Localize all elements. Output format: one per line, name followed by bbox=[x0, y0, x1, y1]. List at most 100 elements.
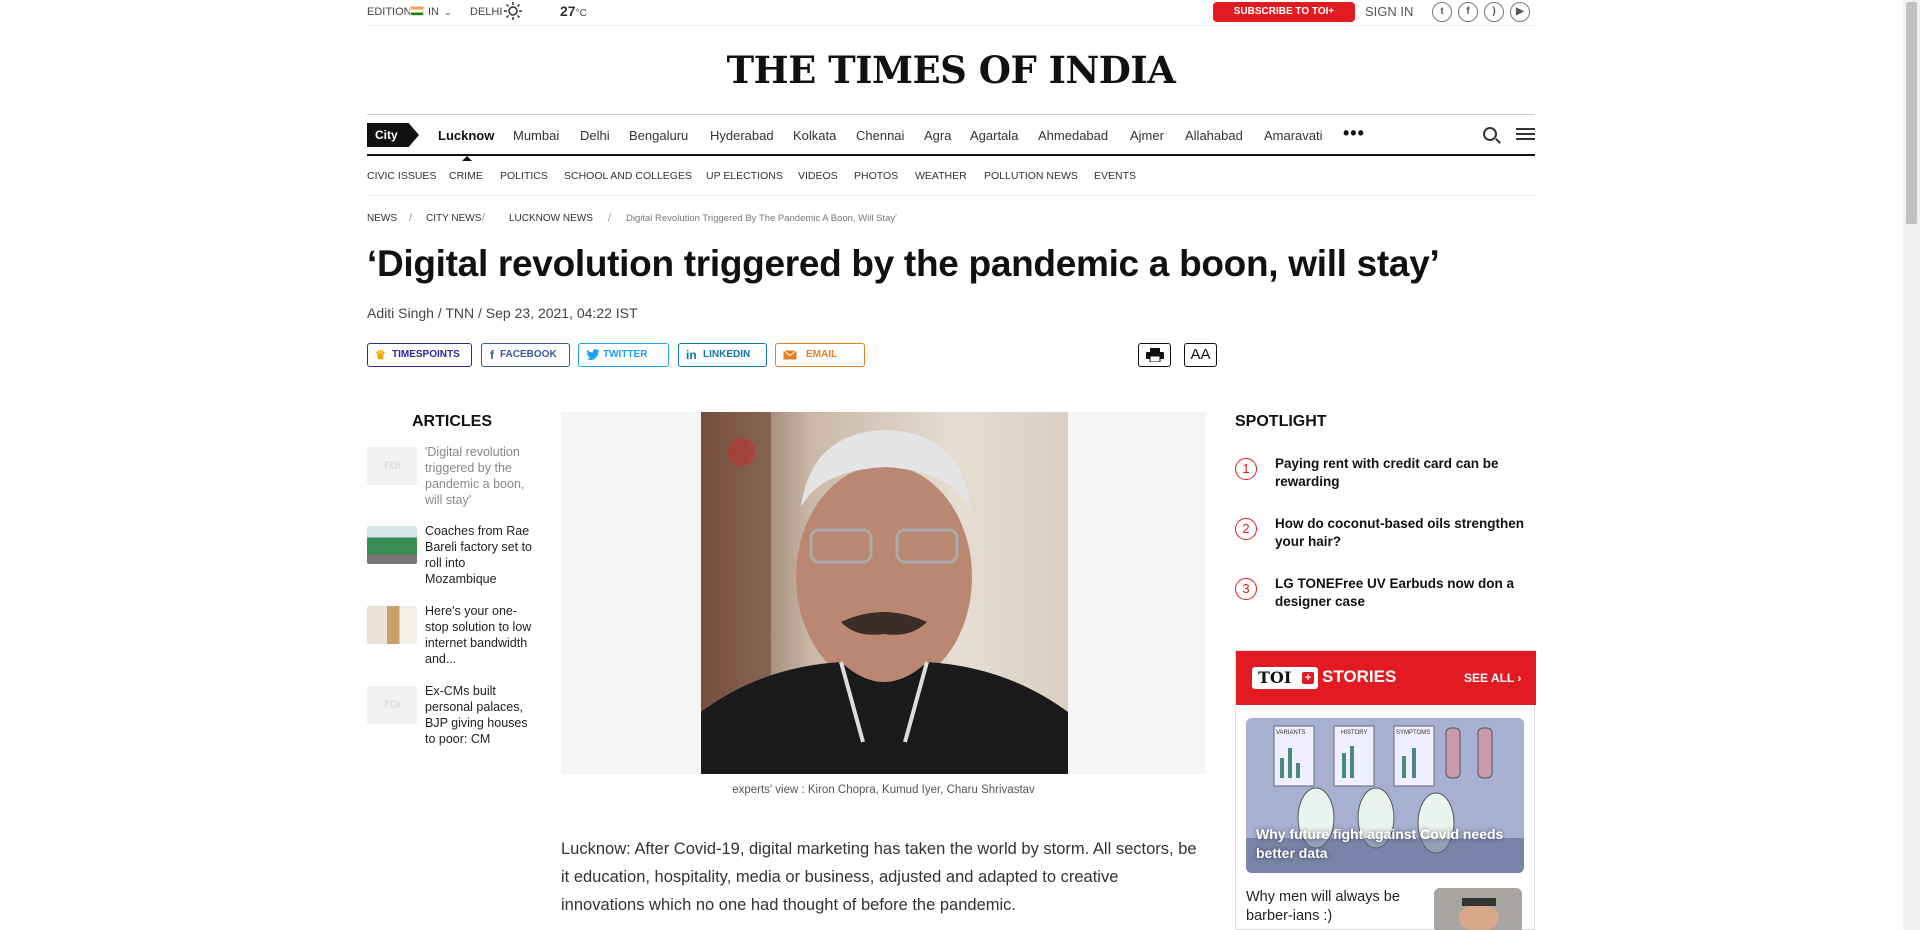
article-photo[interactable] bbox=[701, 412, 1068, 774]
scrollbar[interactable] bbox=[1903, 0, 1920, 930]
spotlight-item[interactable]: 3 LG TONEFree UV Earbuds now don a desig… bbox=[1235, 575, 1535, 615]
spotlight-item[interactable]: 2 How do coconut-based oils strengthen y… bbox=[1235, 515, 1535, 555]
breadcrumb-lucknow-news[interactable]: LUCKNOW NEWS bbox=[509, 213, 593, 224]
sun-icon bbox=[503, 1, 523, 24]
signin-link[interactable]: SIGN IN bbox=[1365, 4, 1413, 19]
facebook-icon[interactable]: f bbox=[1458, 2, 1478, 22]
spotlight-title[interactable]: LG TONEFree UV Earbuds now don a designe… bbox=[1275, 575, 1525, 611]
section-photos[interactable]: PHOTOS bbox=[854, 170, 898, 182]
spotlight-heading: SPOTLIGHT bbox=[1235, 413, 1327, 430]
chevron-down-icon: ⌄ bbox=[444, 7, 452, 17]
city-tag[interactable]: City bbox=[367, 123, 419, 147]
rss-icon[interactable]: ) bbox=[1484, 2, 1504, 22]
twitter-icon[interactable]: t bbox=[1432, 2, 1452, 22]
story-title-2[interactable]: Why men will always be barber-ians :) bbox=[1246, 888, 1426, 926]
articles-heading: ARTICLES bbox=[412, 413, 492, 430]
plus-icon: + bbox=[1302, 672, 1314, 684]
section-civic-issues[interactable]: CIVIC ISSUES bbox=[367, 170, 436, 182]
facebook-icon: f bbox=[490, 348, 494, 362]
story-label-history: HISTORY bbox=[1341, 730, 1367, 736]
city-item-bengaluru[interactable]: Bengaluru bbox=[629, 128, 688, 143]
india-flag-icon bbox=[410, 6, 424, 16]
more-cities-button[interactable]: ••• bbox=[1343, 123, 1365, 144]
article-title[interactable]: Coaches from Rae Bareli factory set to r… bbox=[425, 523, 539, 587]
twitter-icon bbox=[586, 344, 600, 368]
breadcrumb-news[interactable]: NEWS bbox=[367, 213, 397, 224]
article-title[interactable]: Ex-CMs built personal palaces, BJP givin… bbox=[425, 683, 539, 747]
city-item-lucknow[interactable]: Lucknow bbox=[438, 128, 494, 161]
city-item-chennai[interactable]: Chennai bbox=[856, 128, 904, 143]
article-thumbnail bbox=[367, 606, 417, 644]
stories-title: STORIES bbox=[1322, 667, 1397, 686]
print-button[interactable] bbox=[1138, 343, 1171, 367]
city-item-mumbai[interactable]: Mumbai bbox=[513, 128, 559, 143]
section-pollution-news[interactable]: POLLUTION NEWS bbox=[984, 170, 1078, 182]
city-item-agartala[interactable]: Agartala bbox=[970, 128, 1018, 143]
spotlight-title[interactable]: Paying rent with credit card can be rewa… bbox=[1275, 455, 1525, 491]
city-item-hyderabad[interactable]: Hyderabad bbox=[710, 128, 774, 143]
facebook-share-button[interactable]: f FACEBOOK bbox=[481, 343, 570, 367]
edition-label: EDITION bbox=[367, 6, 412, 18]
city-item-delhi[interactable]: Delhi bbox=[580, 128, 610, 143]
breadcrumb-separator: / bbox=[409, 212, 413, 224]
section-politics[interactable]: POLITICS bbox=[500, 170, 548, 182]
spotlight-number: 3 bbox=[1235, 578, 1257, 600]
email-share-button[interactable]: EMAIL bbox=[775, 343, 865, 367]
article-body: Lucknow: After Covid-19, digital marketi… bbox=[561, 840, 1197, 914]
city-item-ahmedabad[interactable]: Ahmedabad bbox=[1038, 128, 1108, 143]
story-card[interactable]: VARIANTS HISTORY SYMPTOMS Why future fig… bbox=[1246, 718, 1524, 873]
toi-plus-logo: TOI + bbox=[1252, 667, 1318, 689]
city-item-amaravati[interactable]: Amaravati bbox=[1264, 128, 1323, 143]
subscribe-button[interactable]: SUBSCRIBE TO TOI+ bbox=[1213, 2, 1355, 22]
twitter-share-button[interactable]: TWITTER bbox=[578, 343, 669, 367]
stories-header: TOI + STORIES SEE ALL › bbox=[1236, 651, 1536, 705]
article-byline: Aditi Singh / TNN / Sep 23, 2021, 04:22 … bbox=[367, 305, 638, 321]
toi-stories-widget: TOI + STORIES SEE ALL › VARIANTS HISTORY … bbox=[1235, 650, 1536, 930]
spotlight-item[interactable]: 1 Paying rent with credit card can be re… bbox=[1235, 455, 1535, 495]
spotlight-number: 2 bbox=[1235, 518, 1257, 540]
article-title[interactable]: 'Digital revolution triggered by the pan… bbox=[425, 444, 539, 508]
story-thumbnail-2[interactable] bbox=[1434, 888, 1522, 930]
breadcrumb-separator: / bbox=[482, 212, 486, 224]
font-size-button[interactable]: AA bbox=[1184, 343, 1217, 367]
section-nav: CIVIC ISSUES CRIME POLITICS SCHOOL AND C… bbox=[367, 158, 1535, 196]
story-title[interactable]: Why future fight against Covid needs bet… bbox=[1256, 825, 1506, 863]
spotlight-number: 1 bbox=[1235, 458, 1257, 480]
search-icon[interactable] bbox=[1483, 127, 1497, 141]
section-up-elections[interactable]: UP ELECTIONS bbox=[706, 170, 783, 182]
article-thumbnail bbox=[367, 526, 417, 564]
edition-value: IN bbox=[428, 6, 439, 18]
see-all-link[interactable]: SEE ALL › bbox=[1464, 671, 1521, 685]
story-label-symptoms: SYMPTOMS bbox=[1396, 730, 1430, 736]
section-videos[interactable]: VIDEOS bbox=[798, 170, 838, 182]
section-crime[interactable]: CRIME bbox=[449, 170, 483, 182]
printer-icon bbox=[1145, 348, 1164, 365]
linkedin-share-button[interactable]: in LINKEDIN bbox=[678, 343, 767, 367]
scrollbar-thumb[interactable] bbox=[1906, 2, 1917, 224]
section-weather[interactable]: WEATHER bbox=[915, 170, 967, 182]
city-item-agra[interactable]: Agra bbox=[924, 128, 951, 143]
spotlight-title[interactable]: How do coconut-based oils strengthen you… bbox=[1275, 515, 1525, 551]
timespoints-button[interactable]: ♛ TIMESPOINTS bbox=[367, 343, 472, 367]
edition-selector[interactable]: IN ⌄ bbox=[410, 6, 452, 18]
city-item-allahabad[interactable]: Allahabad bbox=[1185, 128, 1243, 143]
article-title[interactable]: Here's your one-stop solution to low int… bbox=[425, 603, 539, 667]
menu-icon[interactable] bbox=[1516, 128, 1535, 140]
breadcrumb-city-news[interactable]: CITY NEWS bbox=[426, 213, 481, 224]
breadcrumb-separator: / bbox=[608, 212, 612, 224]
section-events[interactable]: EVENTS bbox=[1094, 170, 1136, 182]
city-item-ajmer[interactable]: Ajmer bbox=[1130, 128, 1164, 143]
article-headline: ‘Digital revolution triggered by the pan… bbox=[367, 243, 1440, 284]
city-item-kolkata[interactable]: Kolkata bbox=[793, 128, 836, 143]
section-school-and-colleges[interactable]: SCHOOL AND COLLEGES bbox=[564, 170, 692, 182]
youtube-icon[interactable]: ▶ bbox=[1510, 2, 1530, 22]
related-article[interactable]: Coaches from Rae Bareli factory set to r… bbox=[367, 523, 542, 587]
image-caption: experts' view : Kiron Chopra, Kumud Iyer… bbox=[732, 784, 1035, 796]
related-article[interactable]: TOI 'Digital revolution triggered by the… bbox=[367, 444, 542, 508]
related-article[interactable]: TOI Ex-CMs built personal palaces, BJP g… bbox=[367, 683, 542, 747]
related-article[interactable]: Here's your one-stop solution to low int… bbox=[367, 603, 542, 667]
top-bar: EDITION IN ⌄ DELHI 27°C SUBSCRIBE TO TOI… bbox=[367, 0, 1535, 26]
article-thumbnail: TOI bbox=[367, 686, 417, 724]
story-label-variants: VARIANTS bbox=[1276, 730, 1306, 736]
masthead-logo[interactable]: THE TIMES OF INDIA bbox=[367, 48, 1535, 92]
